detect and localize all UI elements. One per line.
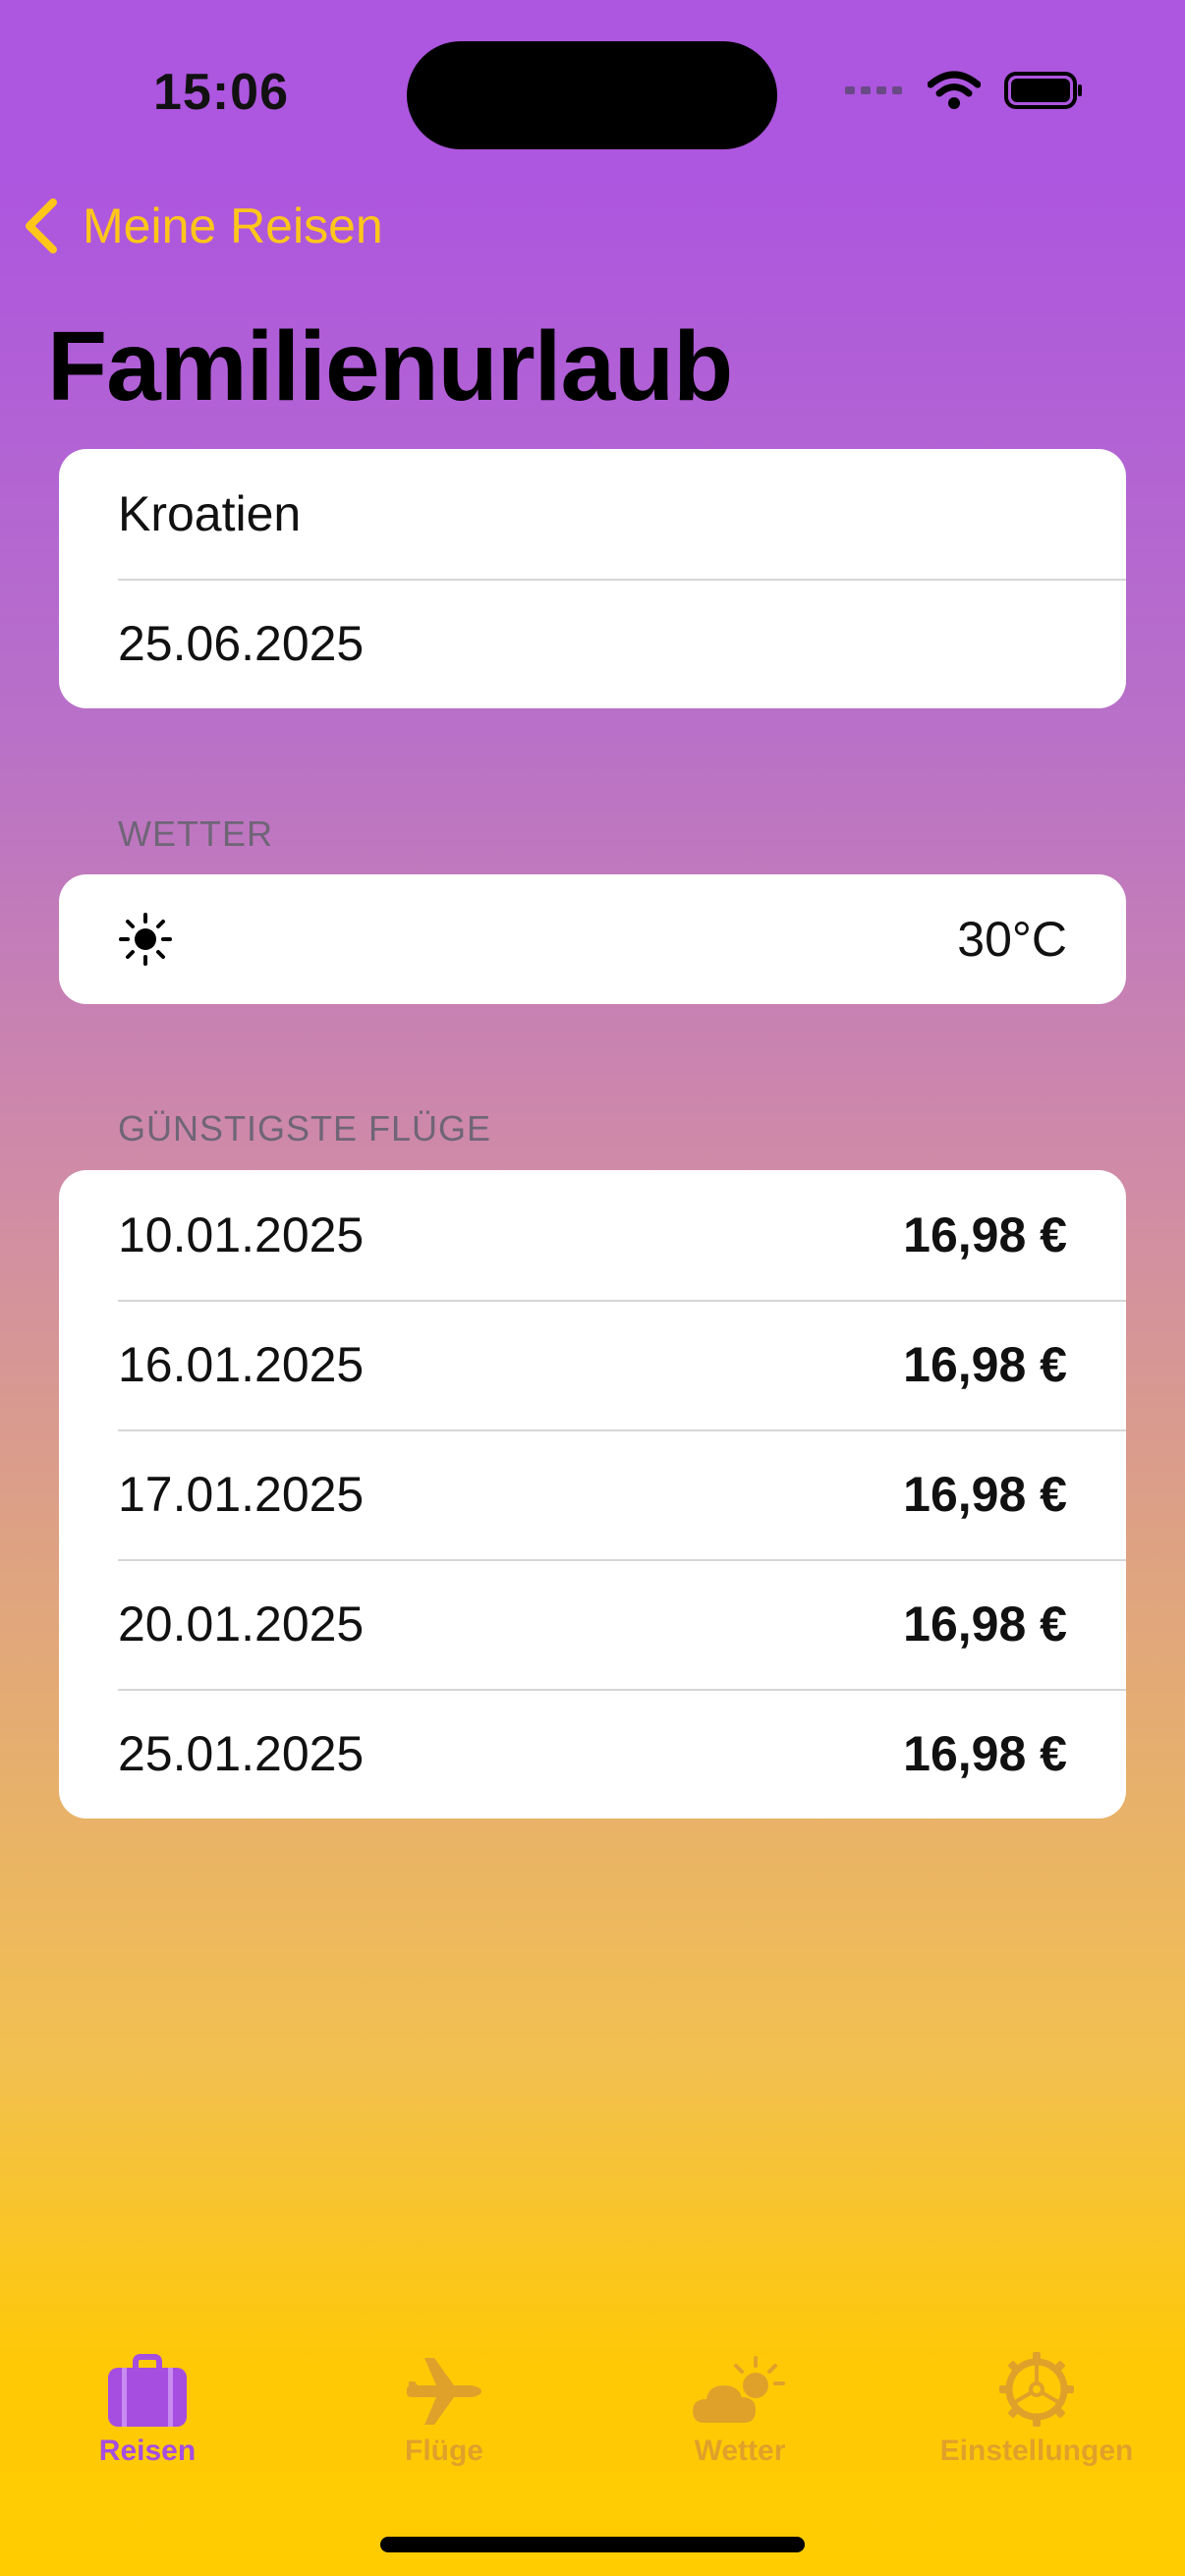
flight-row[interactable]: 10.01.2025 16,98 € (59, 1170, 1126, 1300)
tab-label: Flüge (405, 2435, 483, 2467)
tab-label: Reisen (98, 2435, 197, 2467)
status-indicators (845, 71, 1083, 110)
flight-price: 16,98 € (903, 1467, 1067, 1522)
destination-text: Kroatien (118, 486, 302, 541)
flight-row[interactable]: 16.01.2025 16,98 € (59, 1300, 1126, 1429)
flight-date: 17.01.2025 (118, 1467, 365, 1522)
gear-icon (999, 2352, 1074, 2427)
flight-price: 16,98 € (903, 1726, 1067, 1781)
chevron-left-icon (26, 198, 57, 253)
weather-card: 30°C (59, 874, 1126, 1004)
flight-row[interactable]: 25.01.2025 16,98 € (59, 1689, 1126, 1819)
trip-date-row[interactable]: 25.06.2025 (59, 579, 1126, 708)
cellular-signal-icon (845, 86, 902, 94)
tab-reisen[interactable]: Reisen (0, 2340, 295, 2468)
tab-fluege[interactable]: Flüge (297, 2340, 592, 2468)
back-label: Meine Reisen (83, 198, 383, 253)
flights-card: 10.01.2025 16,98 € 16.01.2025 16,98 € 17… (59, 1170, 1126, 1819)
tab-einstellungen[interactable]: Einstellungen (889, 2340, 1184, 2468)
dynamic-island (407, 41, 777, 149)
home-indicator[interactable] (380, 2537, 805, 2552)
tab-label: Einstellungen (939, 2435, 1134, 2467)
tab-wetter[interactable]: Wetter (592, 2340, 887, 2468)
flight-row[interactable]: 17.01.2025 16,98 € (59, 1429, 1126, 1559)
battery-icon (1004, 72, 1082, 109)
temperature-text: 30°C (957, 912, 1067, 967)
status-bar: 15:06 (0, 0, 1185, 187)
status-time: 15:06 (153, 64, 289, 121)
destination-row[interactable]: Kroatien (59, 449, 1126, 579)
flight-date: 20.01.2025 (118, 1596, 365, 1652)
flight-date: 16.01.2025 (118, 1337, 365, 1392)
page-title: Familienurlaub (47, 311, 733, 421)
flights-section-header: GÜNSTIGSTE FLÜGE (118, 1108, 492, 1148)
weather-row[interactable]: 30°C (59, 874, 1126, 1004)
flight-price: 16,98 € (903, 1337, 1067, 1392)
flight-price: 16,98 € (903, 1596, 1067, 1652)
flight-date: 25.01.2025 (118, 1726, 365, 1781)
cloud-sun-icon (693, 2356, 785, 2423)
sun-icon (119, 913, 172, 966)
trip-date-text: 25.06.2025 (118, 616, 365, 671)
weather-section-header: WETTER (118, 813, 273, 854)
suitcase-icon (108, 2354, 187, 2427)
tab-label: Wetter (694, 2435, 786, 2467)
flight-row[interactable]: 20.01.2025 16,98 € (59, 1559, 1126, 1689)
airplane-icon (407, 2358, 481, 2425)
flight-price: 16,98 € (903, 1207, 1067, 1262)
flight-date: 10.01.2025 (118, 1207, 365, 1262)
back-button[interactable]: Meine Reisen (22, 196, 383, 255)
trip-info-card: Kroatien 25.06.2025 (59, 449, 1126, 708)
wifi-icon (928, 71, 981, 109)
